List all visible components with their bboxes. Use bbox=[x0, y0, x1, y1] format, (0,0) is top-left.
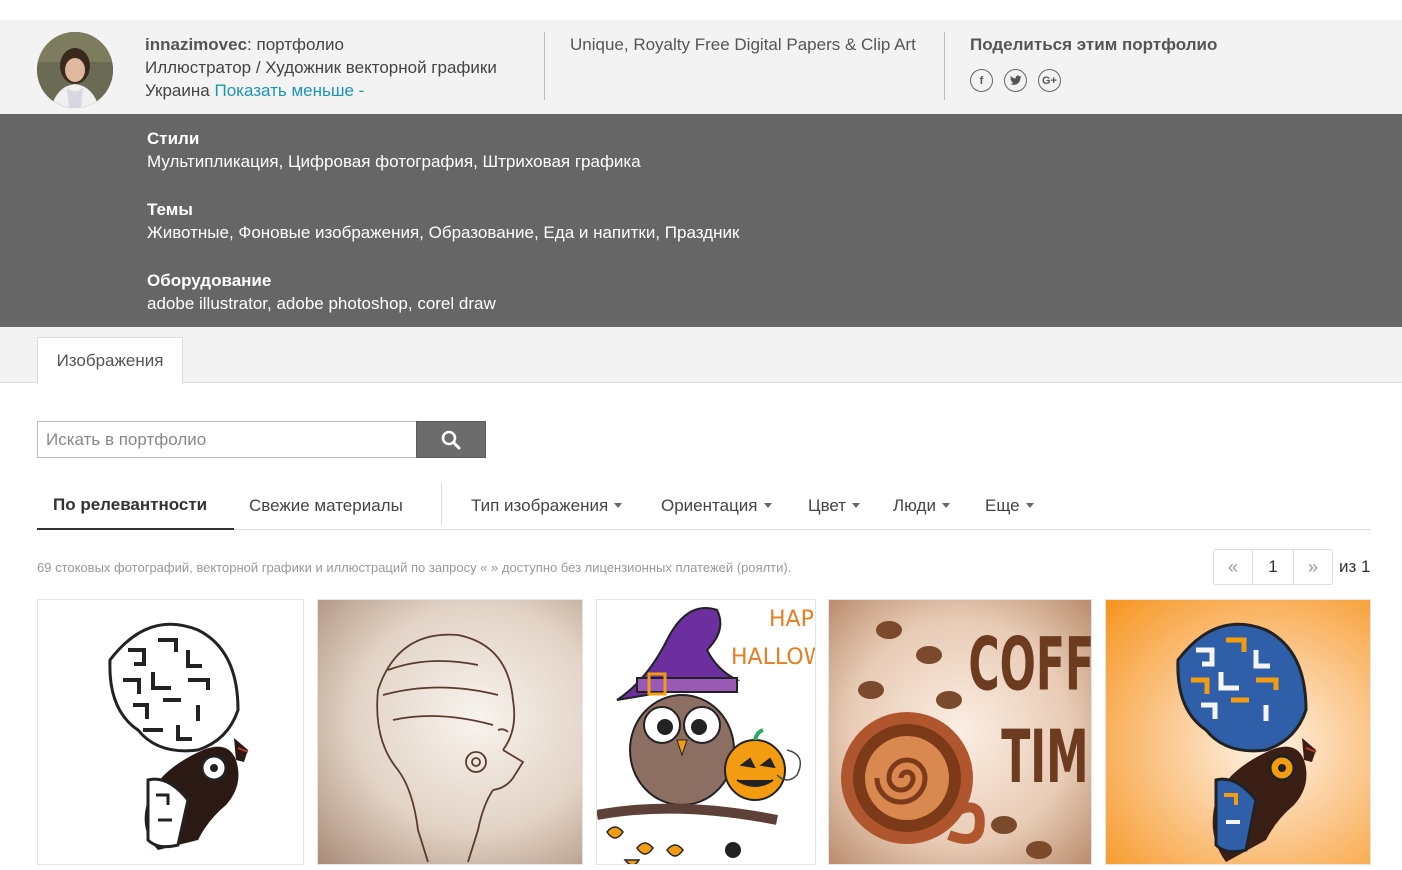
caret-down-icon bbox=[852, 503, 861, 508]
caret-down-icon bbox=[941, 503, 950, 508]
halloween-text-happy: HAPPY bbox=[769, 607, 816, 632]
pagination: « 1 » bbox=[1213, 549, 1333, 585]
filter-people-label: Люди bbox=[893, 495, 936, 515]
caret-down-icon bbox=[614, 503, 623, 508]
equipment-section: Оборудование adobe illustrator, adobe ph… bbox=[147, 269, 496, 315]
next-page-button[interactable]: » bbox=[1294, 550, 1332, 584]
image-thumbnail[interactable] bbox=[317, 599, 583, 865]
avatar[interactable] bbox=[37, 32, 113, 108]
caret-down-icon bbox=[1025, 503, 1034, 508]
filter-orientation[interactable]: Ориентация bbox=[661, 481, 772, 530]
image-thumbnail[interactable]: COFFEE TIME bbox=[828, 599, 1092, 865]
sort-filter-bar: По релевантности Свежие материалы Тип из… bbox=[37, 481, 1371, 530]
equipment-value: adobe illustrator, adobe photoshop, core… bbox=[147, 294, 496, 313]
styles-section: Стили Мультипликация, Цифровая фотографи… bbox=[147, 127, 641, 173]
page-total: из 1 bbox=[1339, 557, 1371, 577]
twitter-icon[interactable] bbox=[1004, 69, 1027, 92]
themes-value: Животные, Фоновые изображения, Образован… bbox=[147, 223, 740, 242]
portfolio-header: innazimovec: портфолио Иллюстратор / Худ… bbox=[0, 20, 1402, 114]
themes-section: Темы Животные, Фоновые изображения, Обра… bbox=[147, 198, 739, 244]
styles-heading: Стили bbox=[147, 129, 200, 148]
filter-divider bbox=[441, 483, 442, 525]
portfolio-label: : портфолио bbox=[247, 35, 344, 54]
sort-relevance[interactable]: По релевантности bbox=[37, 481, 234, 530]
search-icon bbox=[441, 430, 461, 449]
halloween-text-halloween: HALLOWEEN bbox=[731, 645, 816, 670]
tab-images[interactable]: Изображения bbox=[37, 337, 183, 384]
filter-color[interactable]: Цвет bbox=[808, 481, 861, 530]
header-divider bbox=[944, 32, 945, 100]
coffee-text: COFFEE bbox=[968, 624, 1092, 708]
results-summary: 69 стоковых фотографий, векторной график… bbox=[37, 560, 792, 575]
filter-orientation-label: Ориентация bbox=[661, 495, 758, 515]
page-of-label: из bbox=[1339, 557, 1357, 576]
filter-more-label: Еще bbox=[985, 495, 1020, 515]
filter-color-label: Цвет bbox=[808, 495, 847, 515]
show-less-link[interactable]: Показать меньше - bbox=[214, 81, 364, 100]
page-total-value: 1 bbox=[1361, 557, 1371, 576]
equipment-heading: Оборудование bbox=[147, 271, 272, 290]
search-input[interactable] bbox=[37, 421, 417, 458]
filter-image-type[interactable]: Тип изображения bbox=[471, 481, 623, 530]
facebook-icon[interactable]: f bbox=[970, 69, 993, 92]
profile-role: Иллюстратор / Художник векторной графики bbox=[145, 58, 497, 77]
content-tabs: Изображения bbox=[0, 327, 1402, 384]
username[interactable]: innazimovec bbox=[145, 35, 247, 54]
page-number-input[interactable]: 1 bbox=[1252, 550, 1294, 584]
portfolio-tagline: Unique, Royalty Free Digital Papers & Cl… bbox=[570, 35, 916, 54]
themes-heading: Темы bbox=[147, 200, 193, 219]
image-thumbnail[interactable] bbox=[37, 599, 304, 865]
prev-page-button[interactable]: « bbox=[1214, 550, 1252, 584]
share-icons: f G+ bbox=[970, 69, 1061, 92]
profile-info: innazimovec: портфолио Иллюстратор / Худ… bbox=[145, 33, 497, 102]
image-thumbnail[interactable]: HAPPY HALLOWEEN bbox=[596, 599, 816, 865]
profile-country: Украина bbox=[145, 81, 210, 100]
share-title: Поделиться этим портфолио bbox=[970, 35, 1218, 54]
styles-value: Мультипликация, Цифровая фотография, Штр… bbox=[147, 152, 641, 171]
filter-image-type-label: Тип изображения bbox=[471, 495, 609, 515]
image-thumbnail[interactable] bbox=[1105, 599, 1371, 865]
filter-more[interactable]: Еще bbox=[985, 481, 1034, 530]
portfolio-details: Стили Мультипликация, Цифровая фотографи… bbox=[0, 114, 1402, 327]
time-text: TIME bbox=[1001, 716, 1092, 800]
filter-people[interactable]: Люди bbox=[893, 481, 950, 530]
header-divider bbox=[544, 32, 545, 100]
caret-down-icon bbox=[763, 503, 772, 508]
sort-fresh[interactable]: Свежие материалы bbox=[249, 481, 403, 530]
google-plus-icon[interactable]: G+ bbox=[1038, 69, 1061, 92]
search-button[interactable] bbox=[416, 421, 486, 458]
